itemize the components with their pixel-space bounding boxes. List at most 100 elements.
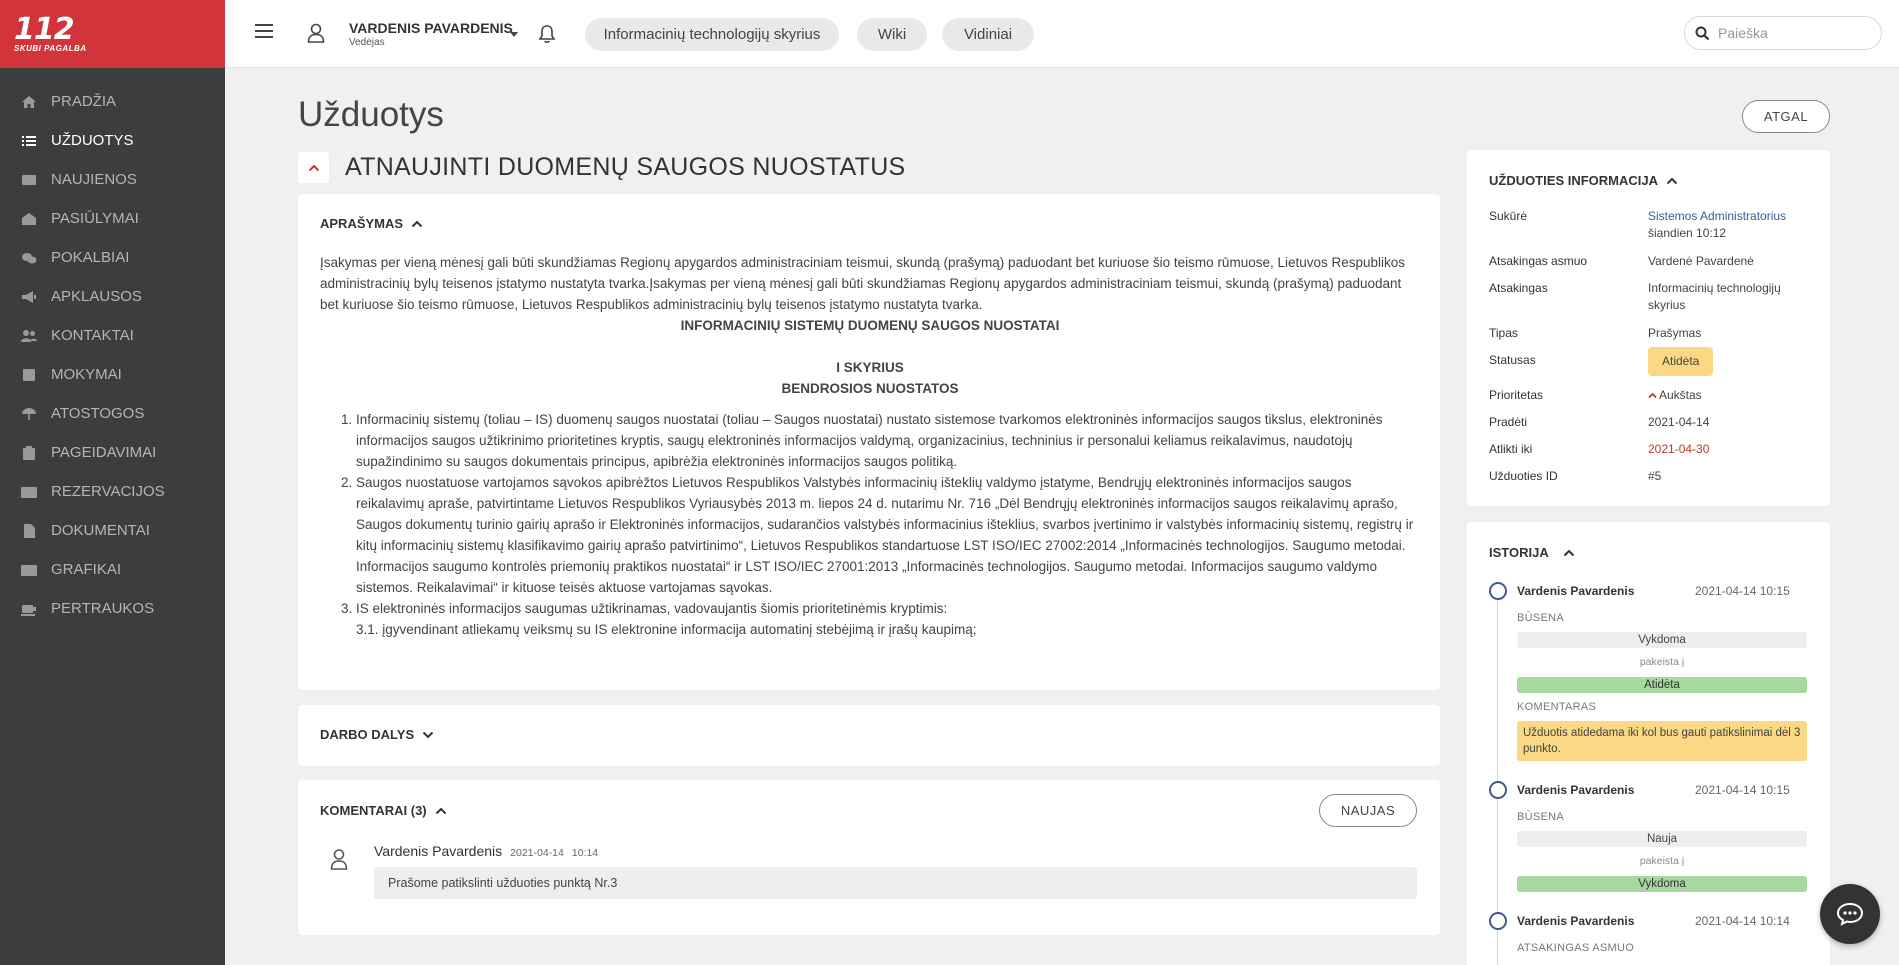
responsible-label: Atsakingas — [1489, 281, 1548, 295]
sidebar-item-kontaktai[interactable]: Kontaktai — [0, 316, 225, 355]
chevron-up-icon — [1666, 177, 1678, 184]
contacts-icon — [20, 329, 38, 343]
id-card-icon — [20, 485, 38, 499]
created-label: Sukūrė — [1489, 209, 1528, 223]
document-icon — [20, 523, 38, 538]
comment-header: Vardenis Pavardenis 2021-04-14 10:14 — [374, 843, 598, 859]
sidebar-item-label: Dokumentai — [51, 522, 150, 539]
sidebar-item-apklausos[interactable]: Apklausos — [0, 277, 225, 316]
sidebar-item-pasiulymai[interactable]: Pasiūlymai — [0, 199, 225, 238]
points-list: Informacinių sistemų (toliau – IS) duome… — [356, 409, 1420, 619]
megaphone-icon — [20, 290, 38, 304]
history-datetime: 2021-04-14 10:15 — [1695, 783, 1790, 797]
pill-department[interactable]: Informacinių technologijų skyrius — [585, 18, 839, 51]
history-section-toggle[interactable]: ISTORIJA — [1489, 545, 1575, 560]
sidebar-item-label: Užduotys — [51, 132, 134, 149]
history-comment: Užduotis atidedama iki kol bus gauti pat… — [1517, 721, 1807, 761]
task-info-heading: UŽDUOTIES INFORMACIJA — [1489, 173, 1658, 188]
history-heading: ISTORIJA — [1489, 545, 1549, 560]
history-author: Vardenis Pavardenis — [1517, 584, 1635, 598]
history-comment-label: KOMENTARAS — [1517, 701, 1597, 713]
user-role: Vedėjas — [349, 37, 385, 48]
responsible-department: Informacinių technologijų skyrius — [1648, 281, 1781, 312]
priority-up-icon — [1648, 392, 1657, 399]
comment-text: Prašome patikslinti užduoties punktą Nr.… — [374, 867, 1417, 899]
logo[interactable]: 112 SKUBI PAGALBA — [0, 0, 225, 68]
due-date: 2021-04-30 — [1648, 442, 1710, 456]
sidebar-item-pertraukos[interactable]: Pertraukos — [0, 589, 225, 628]
caret-down-icon[interactable] — [510, 32, 518, 37]
back-button[interactable]: ATGAL — [1742, 100, 1830, 133]
sidebar-item-label: Mokymai — [51, 366, 122, 383]
sidebar-item-pokalbiai[interactable]: Pokalbiai — [0, 238, 225, 277]
description-intro: Įsakymas per vieną mėnesį gali būti skun… — [320, 255, 1406, 312]
type-label: Tipas — [1489, 326, 1518, 340]
work-parts-heading: DARBO DALYS — [320, 727, 415, 742]
sidebar-item-label: Pasiūlymai — [51, 210, 139, 227]
news-icon — [20, 173, 38, 187]
suggestions-icon — [20, 212, 38, 226]
sidebar-item-grafikai[interactable]: Grafikai — [0, 550, 225, 589]
work-parts-card: DARBO DALYS — [298, 705, 1440, 766]
sidebar-item-uzduotys[interactable]: Užduotys — [0, 121, 225, 160]
pill-internal[interactable]: Vidiniai — [942, 18, 1034, 51]
coffee-icon — [20, 602, 38, 616]
history-field-label: BŪSENA — [1517, 612, 1565, 624]
sidebar-item-naujienos[interactable]: Naujienos — [0, 160, 225, 199]
sidebar-item-atostogos[interactable]: Atostogos — [0, 394, 225, 433]
task-id: #5 — [1648, 469, 1662, 483]
timeline-dot — [1489, 912, 1507, 930]
sidebar-item-label: Pageidavimai — [51, 444, 157, 461]
comment-avatar — [330, 848, 348, 875]
created-by-link[interactable]: Sistemos Administratorius — [1648, 208, 1786, 225]
sidebar-item-rezervacijos[interactable]: Rezervacijos — [0, 472, 225, 511]
comment-author: Vardenis Pavardenis — [374, 843, 503, 859]
task-info-card: UŽDUOTIES INFORMACIJA Sukūrė Sistemos Ad… — [1467, 150, 1830, 506]
search-icon — [1695, 26, 1710, 40]
type-value: Prašymas — [1648, 326, 1702, 340]
sidebar-item-pageidavimai[interactable]: Pageidavimai — [0, 433, 225, 472]
sidebar-item-label: Rezervacijos — [51, 483, 165, 500]
sidebar-item-label: Naujienos — [51, 171, 137, 188]
list-item: Informacinių sistemų (toliau – IS) duome… — [356, 409, 1420, 472]
responsible-person-label: Atsakingas asmuo — [1489, 254, 1588, 268]
description-body: Įsakymas per vieną mėnesį gali būti skun… — [320, 252, 1420, 640]
collapse-task-button[interactable] — [298, 152, 329, 183]
sidebar-nav: Pradžia Užduotys Naujienos Pasiūlymai Pokalb… — [0, 68, 225, 628]
comments-heading: KOMENTARAI (3) — [320, 803, 427, 818]
history-field-label: ATSAKINGAS ASMUO — [1517, 942, 1635, 954]
home-icon — [20, 95, 38, 109]
user-name: VARDENIS PAVARDENIS — [349, 20, 513, 36]
description-card: APRAŠYMAS Įsakymas per vieną mėnesį gali… — [298, 194, 1440, 690]
comment-date: 2021-04-14 — [510, 847, 564, 859]
search-input[interactable] — [1718, 25, 1868, 41]
search-box — [1684, 16, 1882, 50]
pill-wiki[interactable]: Wiki — [857, 18, 927, 51]
new-comment-button[interactable]: NAUJAS — [1319, 794, 1417, 827]
history-datetime: 2021-04-14 10:14 — [1695, 914, 1790, 928]
sidebar-item-dokumentai[interactable]: Dokumentai — [0, 511, 225, 550]
comments-section-toggle[interactable]: KOMENTARAI (3) — [320, 803, 447, 818]
chevron-up-icon — [435, 807, 446, 814]
sidebar-item-label: Grafikai — [51, 561, 122, 578]
user-icon — [330, 849, 348, 870]
history-field-label: BŪSENA — [1517, 811, 1565, 823]
task-info-section-toggle[interactable]: UŽDUOTIES INFORMACIJA — [1489, 173, 1678, 188]
sidebar-item-label: Pertraukos — [51, 600, 155, 617]
work-parts-section-toggle[interactable]: DARBO DALYS — [320, 727, 434, 742]
chat-bubble-button[interactable] — [1820, 884, 1880, 944]
priority-value: Aukštas — [1659, 388, 1702, 402]
user-menu[interactable]: VARDENIS PAVARDENIS Vedėjas — [349, 20, 513, 48]
responsible-person: Vardenė Pavardenė — [1648, 254, 1754, 268]
task-title: ATNAUJINTI DUOMENŲ SAUGOS NUOSTATUS — [345, 153, 906, 181]
subpoint: 3.1. įgyvendinant atliekamų veiksmų su I… — [356, 622, 977, 637]
notifications-bell-icon[interactable] — [538, 24, 556, 49]
doc-title: INFORMACINIŲ SISTEMŲ DUOMENŲ SAUGOS NUOS… — [680, 318, 1060, 333]
sidebar-item-label: Pokalbiai — [51, 249, 130, 266]
sidebar: 112 SKUBI PAGALBA Pradžia Užduotys Naujien… — [0, 0, 225, 965]
sidebar-item-mokymai[interactable]: Mokymai — [0, 355, 225, 394]
menu-toggle-button[interactable] — [255, 24, 273, 40]
sidebar-item-pradzia[interactable]: Pradžia — [0, 82, 225, 121]
status-badge: Atidėta — [1648, 347, 1714, 376]
description-section-toggle[interactable]: APRAŠYMAS — [320, 216, 423, 231]
